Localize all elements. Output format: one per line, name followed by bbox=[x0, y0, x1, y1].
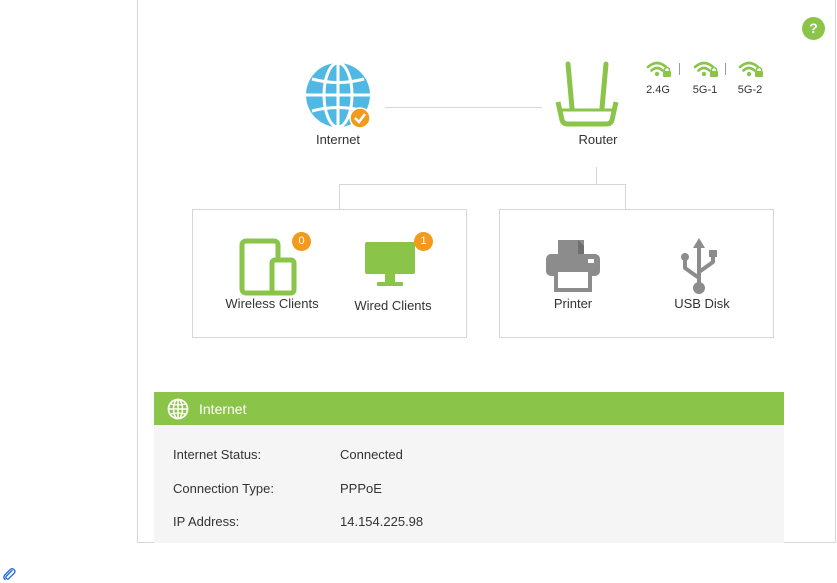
wifi-lock-icon bbox=[738, 61, 763, 77]
wireless-clients-node[interactable]: 0 Wireless Clients bbox=[215, 232, 329, 316]
usb-disk-label: USB Disk bbox=[674, 296, 730, 311]
internet-router-connector bbox=[385, 107, 542, 108]
internet-panel-header: Internet bbox=[154, 392, 784, 425]
branch-connector bbox=[339, 184, 626, 185]
band-separator bbox=[725, 63, 726, 75]
band-separator bbox=[679, 63, 680, 75]
wired-clients-node[interactable]: 1 Wired Clients bbox=[345, 232, 441, 316]
paperclip-icon[interactable] bbox=[2, 567, 16, 581]
usb-disk-node[interactable]: USB Disk bbox=[664, 236, 740, 316]
row-key: Internet Status: bbox=[173, 447, 262, 462]
wifi-lock-icon bbox=[646, 61, 671, 77]
globe-icon bbox=[167, 398, 189, 420]
monitor-icon bbox=[365, 242, 415, 286]
printer-icon bbox=[546, 240, 600, 292]
row-value: PPPoE bbox=[340, 481, 382, 496]
band-label: 5G-1 bbox=[692, 84, 718, 96]
check-badge-icon bbox=[349, 107, 371, 129]
usb-icon bbox=[681, 238, 717, 294]
internet-label: Internet bbox=[315, 132, 361, 147]
branch-left-drop bbox=[339, 184, 340, 209]
router-down-connector bbox=[596, 167, 597, 184]
band-label: 2.4G bbox=[646, 84, 670, 96]
branch-right-drop bbox=[625, 184, 626, 209]
help-button[interactable]: ? bbox=[802, 17, 825, 40]
printer-label: Printer bbox=[553, 296, 593, 311]
devices-icon bbox=[239, 238, 297, 296]
wireless-clients-label: Wireless Clients bbox=[225, 296, 319, 311]
wired-count-badge: 1 bbox=[414, 232, 433, 251]
internet-panel-body: Internet Status: Connected Connection Ty… bbox=[154, 425, 784, 543]
band-2-4g[interactable]: 2.4G bbox=[642, 60, 674, 96]
row-value: 14.154.225.98 bbox=[340, 514, 424, 529]
wireless-count-badge: 0 bbox=[292, 232, 311, 251]
wifi-lock-icon bbox=[693, 61, 718, 77]
printer-node[interactable]: Printer bbox=[533, 236, 613, 316]
wired-clients-label: Wired Clients bbox=[354, 298, 432, 313]
router-icon bbox=[555, 61, 619, 127]
internet-node[interactable]: Internet bbox=[298, 58, 378, 150]
internet-panel-title: Internet bbox=[199, 401, 247, 417]
row-key: Connection Type: bbox=[173, 481, 274, 496]
band-5g-1[interactable]: 5G-1 bbox=[689, 60, 721, 96]
router-node[interactable]: Router bbox=[553, 58, 643, 150]
band-label: 5G-2 bbox=[737, 84, 763, 96]
router-label: Router bbox=[578, 132, 618, 147]
band-5g-2[interactable]: 5G-2 bbox=[734, 60, 766, 96]
row-key: IP Address: bbox=[173, 514, 240, 529]
row-value: Connected bbox=[340, 447, 403, 462]
